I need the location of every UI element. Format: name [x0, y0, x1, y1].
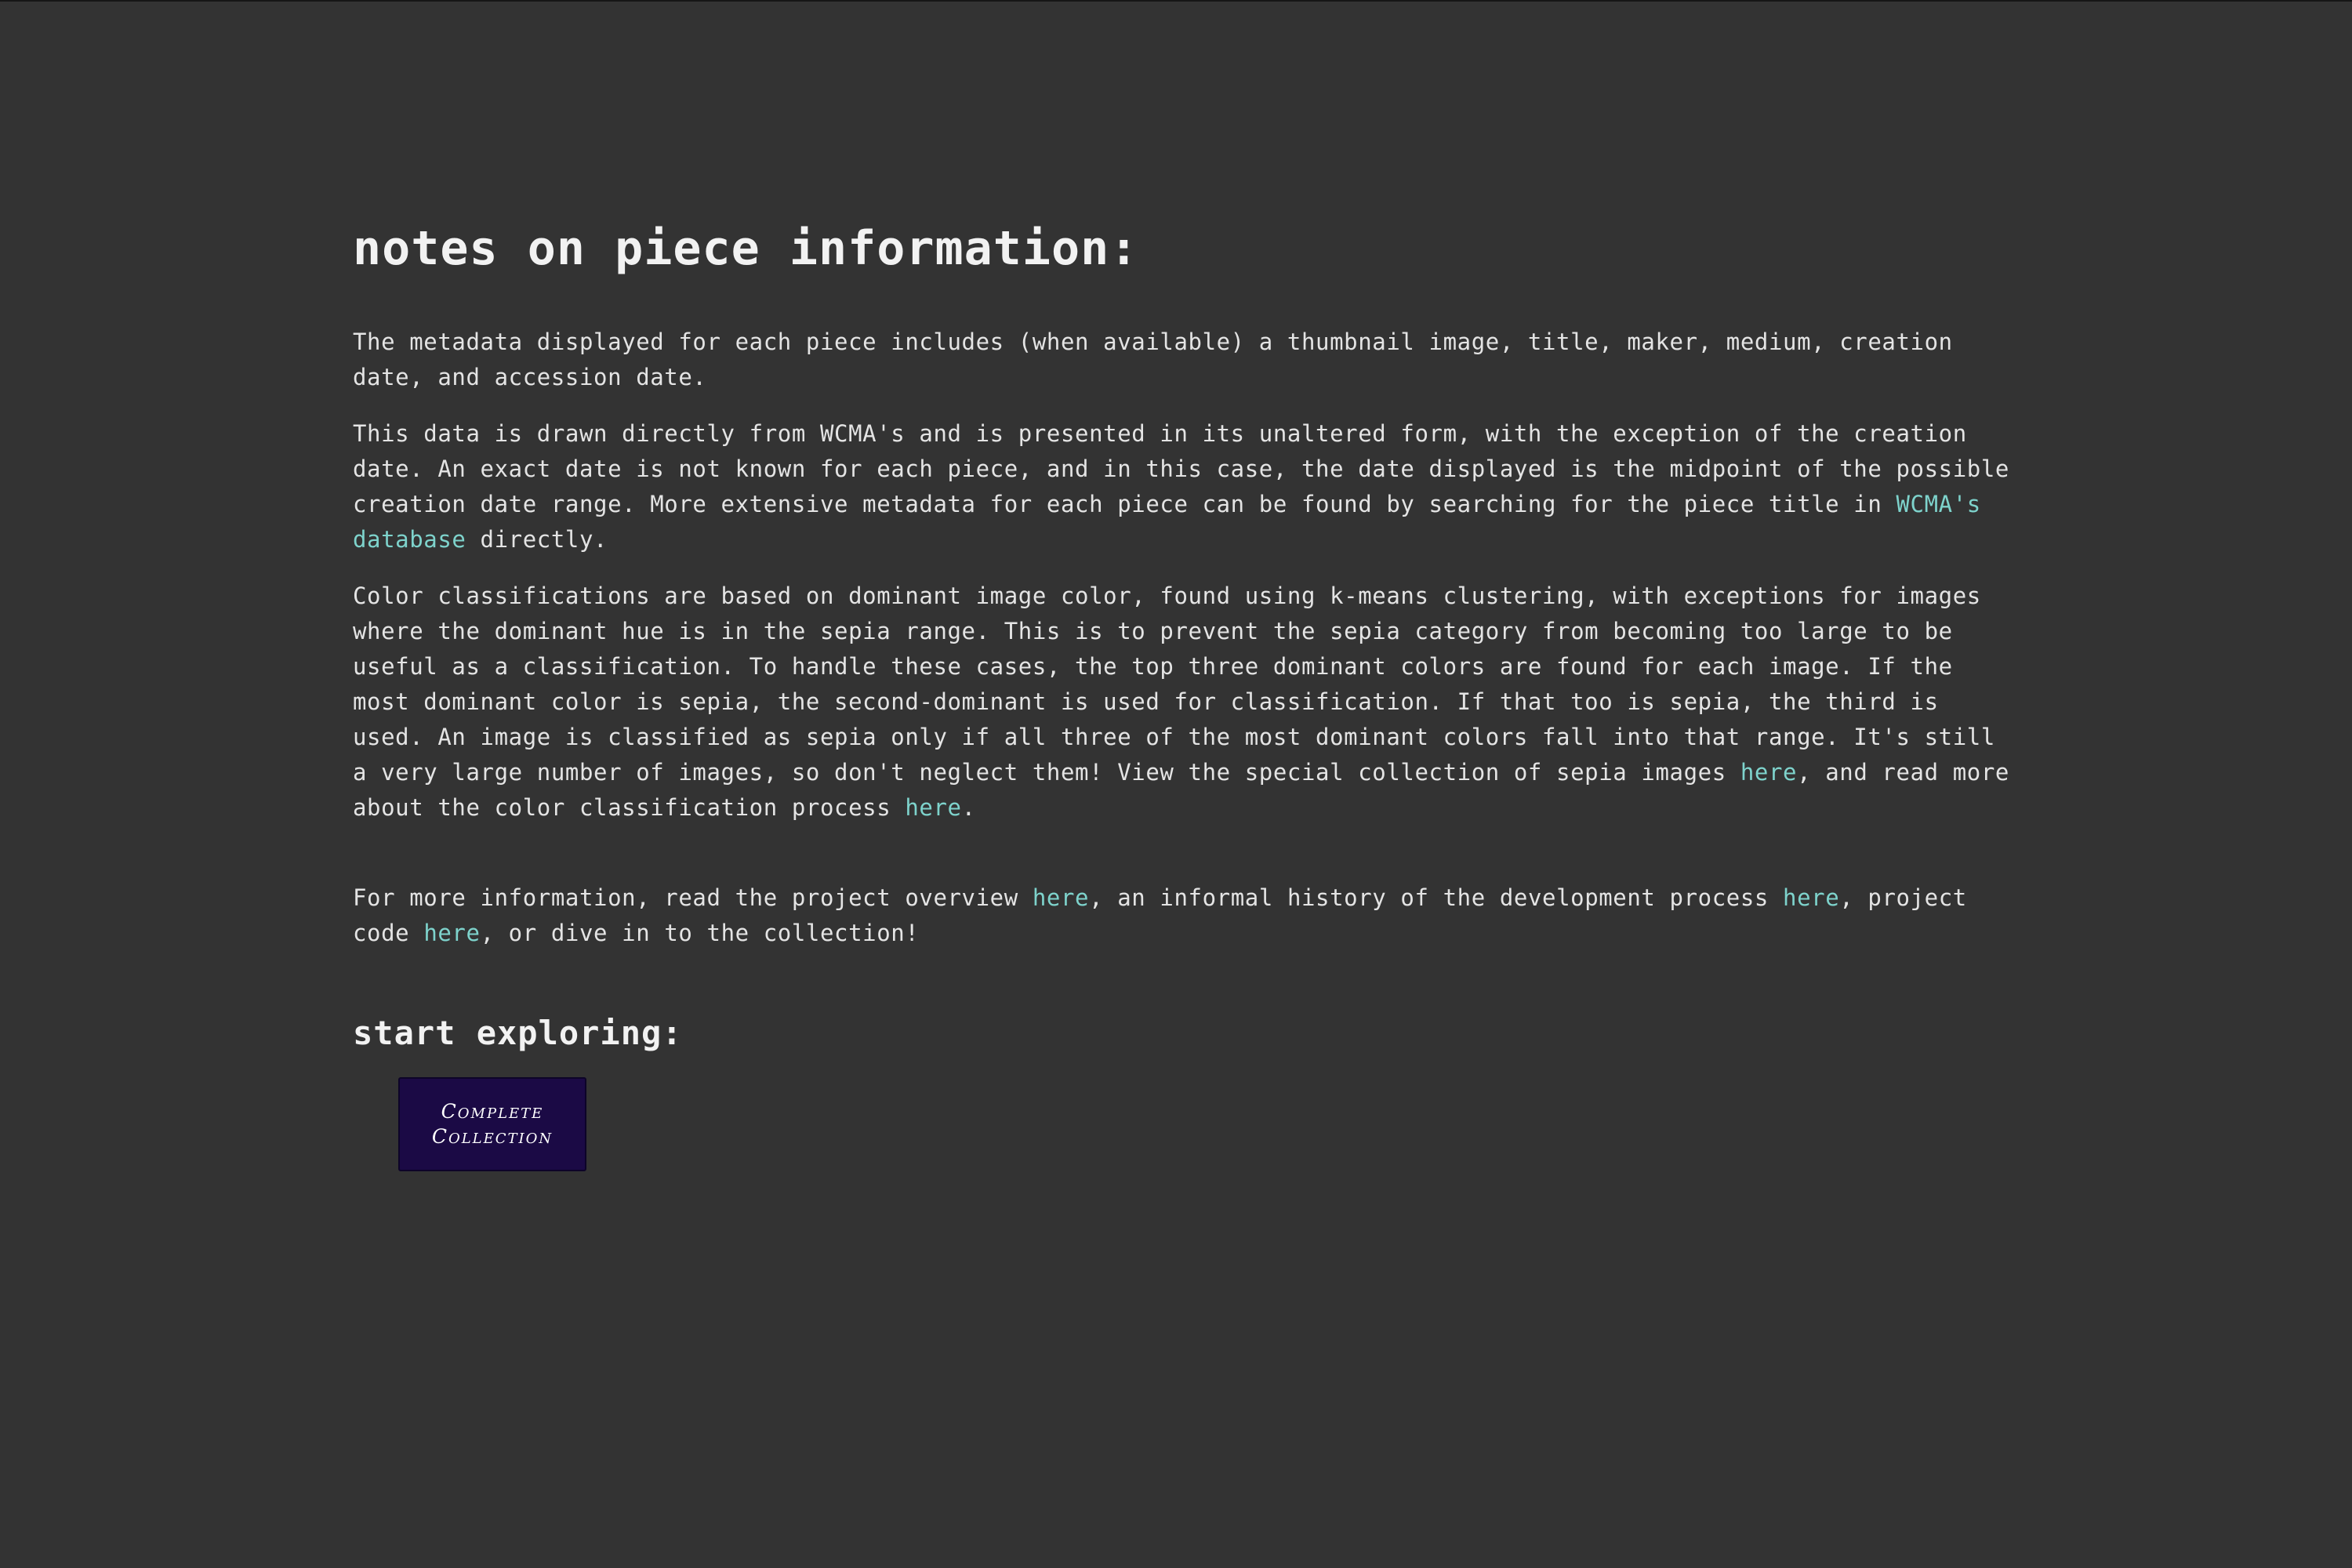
- data-source-paragraph: This data is drawn directly from WCMA's …: [353, 416, 2015, 557]
- color-classification-text-end: .: [961, 794, 976, 821]
- start-exploring-heading: start exploring:: [353, 1014, 683, 1052]
- main-content: notes on piece information: The metadata…: [353, 221, 2015, 1171]
- project-code-link[interactable]: here: [423, 920, 480, 946]
- color-classification-paragraph: Color classifications are based on domin…: [353, 579, 2015, 826]
- page-title: notes on piece information:: [353, 221, 1139, 276]
- color-classification-process-link[interactable]: here: [905, 794, 961, 821]
- top-border: [0, 0, 2352, 2]
- more-info-text-mid1: , an informal history of the development…: [1089, 884, 1784, 911]
- metadata-paragraph: The metadata displayed for each piece in…: [353, 325, 2015, 395]
- data-source-text-end: directly.: [466, 526, 608, 553]
- sepia-collection-link[interactable]: here: [1740, 759, 1797, 786]
- more-info-text: For more information, read the project o…: [353, 884, 1033, 911]
- complete-collection-label: Complete Collection: [431, 1100, 554, 1148]
- metadata-text: The metadata displayed for each piece in…: [353, 328, 1953, 390]
- color-classification-text: Color classifications are based on domin…: [353, 583, 1995, 786]
- more-info-text-end: , or dive in to the collection!: [480, 920, 920, 946]
- development-history-link[interactable]: here: [1783, 884, 1839, 911]
- project-overview-link[interactable]: here: [1033, 884, 1089, 911]
- complete-collection-button[interactable]: Complete Collection: [398, 1077, 586, 1171]
- data-source-text: This data is drawn directly from WCMA's …: [353, 420, 2009, 517]
- more-info-paragraph: For more information, read the project o…: [353, 880, 2015, 951]
